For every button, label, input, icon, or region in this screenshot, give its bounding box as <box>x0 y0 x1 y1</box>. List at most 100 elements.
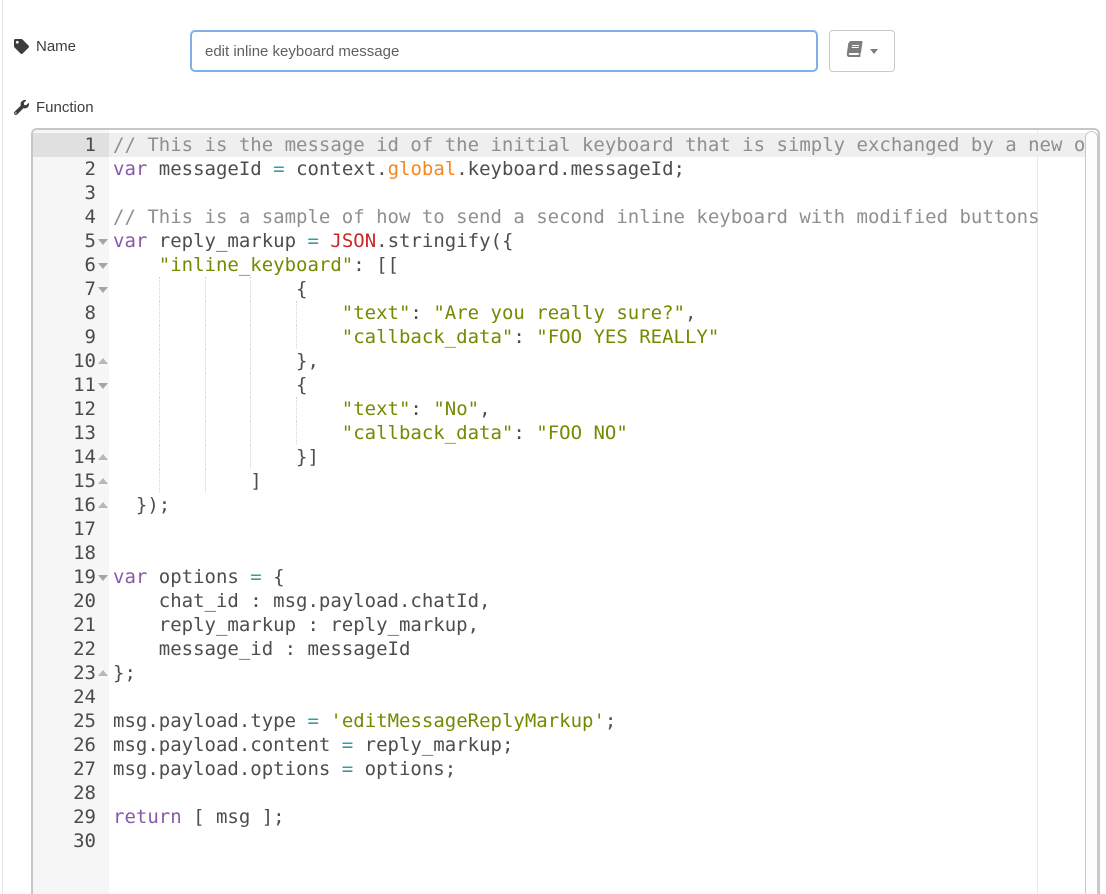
gutter-line-number: 11 <box>73 373 96 397</box>
code-line[interactable]: }] <box>109 445 1098 469</box>
gutter-line-number: 26 <box>73 733 96 757</box>
code-line[interactable]: }); <box>109 493 1098 517</box>
code-line[interactable]: // This is the message id of the initial… <box>109 133 1098 157</box>
gutter-line-number: 2 <box>85 157 96 181</box>
code-line[interactable]: { <box>109 373 1098 397</box>
gutter-cell: 10 <box>33 349 109 373</box>
code-line[interactable]: msg.payload.type = 'editMessageReplyMark… <box>109 709 1098 733</box>
name-input[interactable] <box>190 30 818 72</box>
wrench-icon <box>14 100 29 115</box>
indent-guide <box>159 301 160 325</box>
code-line[interactable]: "text": "No", <box>109 397 1098 421</box>
gutter-line-number: 13 <box>73 421 96 445</box>
indent-guide <box>296 421 297 445</box>
code-line[interactable] <box>109 517 1098 541</box>
gutter-line-number: 23 <box>73 661 96 685</box>
fold-open-icon[interactable] <box>98 287 108 293</box>
gutter-cell: 5 <box>33 229 109 253</box>
fold-end-icon[interactable] <box>98 502 108 508</box>
gutter-cell: 23 <box>33 661 109 685</box>
gutter-line-number: 4 <box>85 205 96 229</box>
gutter-line-number: 9 <box>85 325 96 349</box>
fold-end-icon[interactable] <box>98 358 108 364</box>
gutter-line-number: 19 <box>73 565 96 589</box>
gutter-line-number: 22 <box>73 637 96 661</box>
gutter-cell: 25 <box>33 709 109 733</box>
caret-down-icon <box>870 49 878 54</box>
code-line[interactable]: return [ msg ]; <box>109 805 1098 829</box>
code-line[interactable]: }, <box>109 349 1098 373</box>
indent-guide <box>205 349 206 373</box>
indent-guide <box>205 397 206 421</box>
code-line[interactable] <box>109 181 1098 205</box>
indent-guide <box>205 469 206 493</box>
fold-open-icon[interactable] <box>98 239 108 245</box>
indent-guide <box>205 445 206 469</box>
editor-scroller[interactable]: // This is the message id of the initial… <box>109 130 1098 894</box>
gutter-line-number: 15 <box>73 469 96 493</box>
code-line[interactable]: msg.payload.options = options; <box>109 757 1098 781</box>
indent-guide <box>205 277 206 301</box>
gutter-cell: 18 <box>33 541 109 565</box>
gutter-line-number: 20 <box>73 589 96 613</box>
library-button[interactable] <box>829 30 895 72</box>
gutter-cell: 3 <box>33 181 109 205</box>
gutter-line-number: 14 <box>73 445 96 469</box>
code-editor[interactable]: 1234567891011121314151617181920212223242… <box>31 128 1100 894</box>
indent-guide <box>159 445 160 469</box>
code-line[interactable]: var messageId = context.global.keyboard.… <box>109 157 1098 181</box>
code-line[interactable]: "text": "Are you really sure?", <box>109 301 1098 325</box>
fold-open-icon[interactable] <box>98 383 108 389</box>
editor-vertical-scrollbar[interactable] <box>1085 131 1098 894</box>
gutter-line-number: 21 <box>73 613 96 637</box>
code-line[interactable] <box>109 781 1098 805</box>
name-label-text: Name <box>36 38 76 55</box>
gutter-line-number: 1 <box>85 133 96 157</box>
gutter-cell: 30 <box>33 829 109 853</box>
gutter-line-number: 25 <box>73 709 96 733</box>
gutter-line-number: 28 <box>73 781 96 805</box>
code-line[interactable]: message_id : messageId <box>109 637 1098 661</box>
gutter-cell: 1 <box>33 133 109 157</box>
code-line[interactable] <box>109 541 1098 565</box>
code-line[interactable]: // This is a sample of how to send a sec… <box>109 205 1098 229</box>
code-line[interactable]: var options = { <box>109 565 1098 589</box>
code-line[interactable]: "inline_keyboard": [[ <box>109 253 1098 277</box>
code-line[interactable]: reply_markup : reply_markup, <box>109 613 1098 637</box>
fold-open-icon[interactable] <box>98 263 108 269</box>
gutter-cell: 29 <box>33 805 109 829</box>
tag-icon <box>14 39 29 54</box>
gutter-line-number: 24 <box>73 685 96 709</box>
gutter-cell: 22 <box>33 637 109 661</box>
fold-end-icon[interactable] <box>98 478 108 484</box>
indent-guide <box>250 445 251 469</box>
gutter-cell: 19 <box>33 565 109 589</box>
function-label-text: Function <box>36 99 94 116</box>
fold-end-icon[interactable] <box>98 454 108 460</box>
code-line[interactable] <box>109 685 1098 709</box>
code-line[interactable]: "callback_data": "FOO NO" <box>109 421 1098 445</box>
code-line[interactable]: ] <box>109 469 1098 493</box>
code-line[interactable]: { <box>109 277 1098 301</box>
code-line[interactable]: }; <box>109 661 1098 685</box>
indent-guide <box>159 277 160 301</box>
indent-guide <box>296 325 297 349</box>
code-line[interactable]: "callback_data": "FOO YES REALLY" <box>109 325 1098 349</box>
indent-guide <box>250 325 251 349</box>
gutter-line-number: 6 <box>85 253 96 277</box>
code-line[interactable]: var reply_markup = JSON.stringify({ <box>109 229 1098 253</box>
fold-open-icon[interactable] <box>98 575 108 581</box>
code-line[interactable]: msg.payload.content = reply_markup; <box>109 733 1098 757</box>
gutter-cell: 28 <box>33 781 109 805</box>
indent-guide <box>159 373 160 397</box>
code-line[interactable] <box>109 829 1098 853</box>
indent-guide <box>250 277 251 301</box>
book-icon <box>847 41 862 62</box>
code-line[interactable]: chat_id : msg.payload.chatId, <box>109 589 1098 613</box>
indent-guide <box>205 373 206 397</box>
fold-end-icon[interactable] <box>98 670 108 676</box>
indent-guide <box>205 421 206 445</box>
gutter-cell: 16 <box>33 493 109 517</box>
indent-guide <box>159 469 160 493</box>
gutter-cell: 9 <box>33 325 109 349</box>
